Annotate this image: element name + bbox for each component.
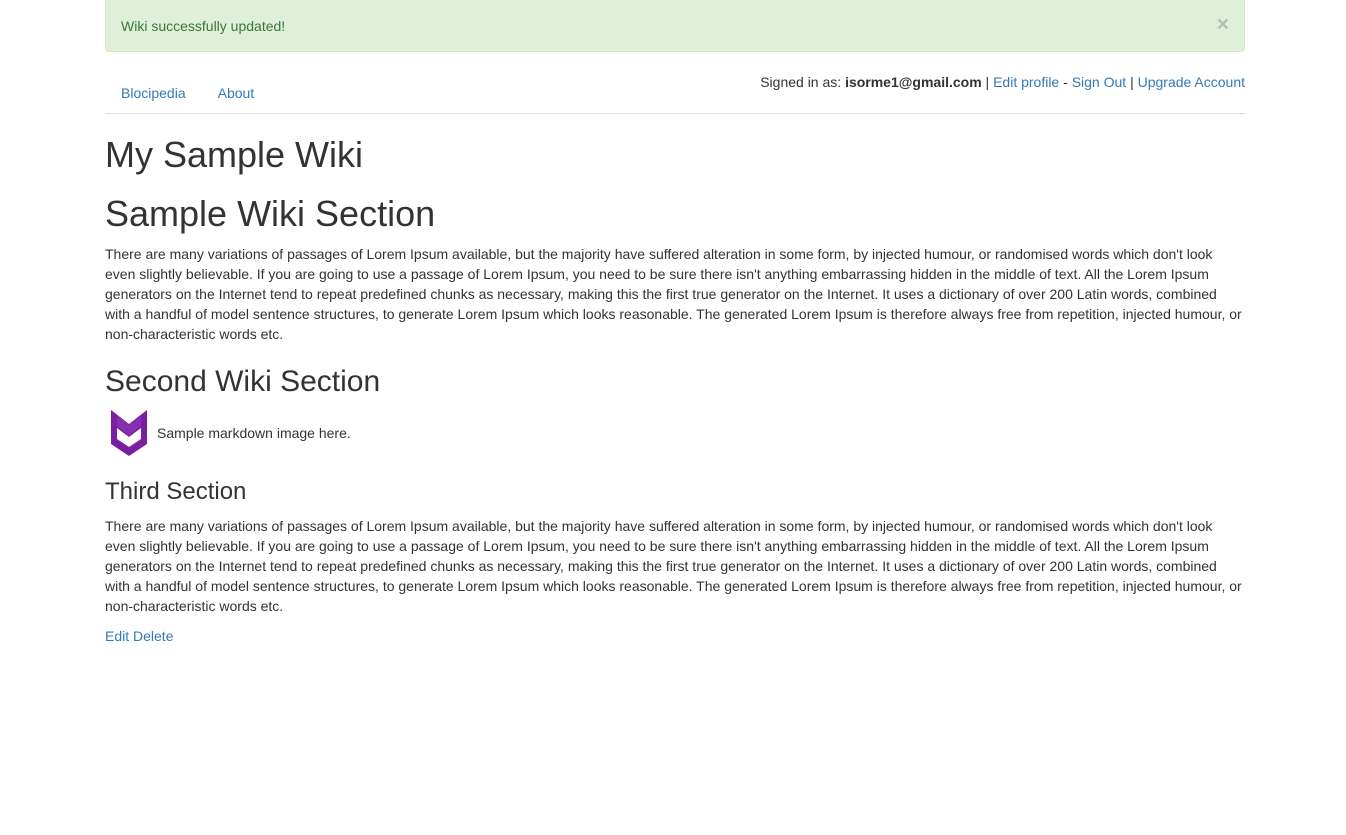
section-1-body: There are many variations of passages of… <box>105 246 1242 342</box>
nav-tabs: Blocipedia About <box>105 83 270 103</box>
top-nav: Blocipedia About Signed in as: isorme1@g… <box>105 52 1245 114</box>
image-caption: Sample markdown image here. <box>157 425 351 441</box>
edit-wiki-link[interactable]: Edit <box>105 628 129 644</box>
separator: | <box>1130 74 1134 90</box>
separator: - <box>1063 74 1068 90</box>
section-3-body: There are many variations of passages of… <box>105 518 1242 614</box>
wiki-actions: Edit Delete <box>105 626 1245 646</box>
delete-wiki-link[interactable]: Delete <box>133 628 173 644</box>
markdown-logo-icon <box>111 410 147 456</box>
success-alert: Wiki successfully updated! × <box>105 0 1245 52</box>
signed-in-label: Signed in as: <box>760 74 842 90</box>
user-email: isorme1@gmail.com <box>845 74 982 90</box>
section-2-title: Second Wiki Section <box>105 365 381 398</box>
wiki-title: My Sample Wiki <box>105 134 364 175</box>
separator: | <box>985 74 990 90</box>
nav-item-blocipedia[interactable]: Blocipedia <box>105 83 202 103</box>
page-container: Wiki successfully updated! × Blocipedia … <box>105 0 1245 646</box>
upgrade-account-link[interactable]: Upgrade Account <box>1138 74 1245 90</box>
section-3-title: Third Section <box>105 478 247 505</box>
section-1-title: Sample Wiki Section <box>105 193 436 234</box>
user-info: Signed in as: isorme1@gmail.com | Edit p… <box>760 72 1245 92</box>
alert-message: Wiki successfully updated! <box>121 18 286 34</box>
edit-profile-link[interactable]: Edit profile <box>993 74 1059 90</box>
sign-out-link[interactable]: Sign Out <box>1072 74 1126 90</box>
markdown-image-row: Sample markdown image here. <box>105 408 1245 458</box>
nav-item-about[interactable]: About <box>202 83 271 103</box>
alert-close-button[interactable]: × <box>1217 14 1229 35</box>
